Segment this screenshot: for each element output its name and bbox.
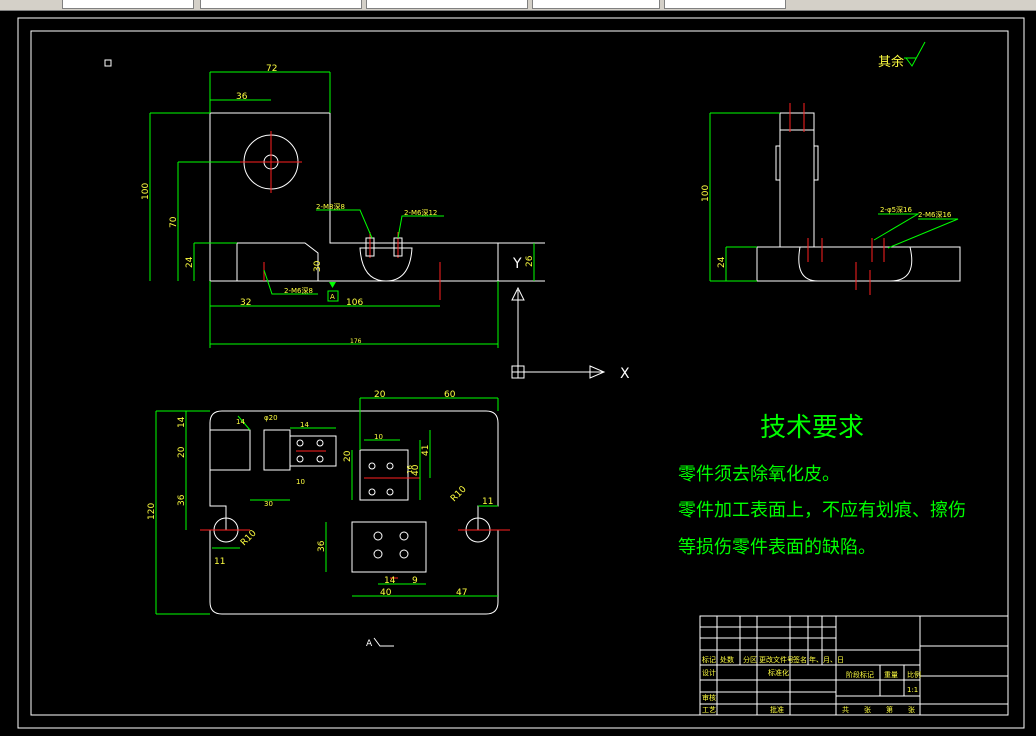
- svg-text:更改文件号: 更改文件号: [759, 655, 794, 664]
- svg-text:30: 30: [264, 500, 273, 508]
- svg-text:共: 共: [842, 705, 849, 714]
- svg-text:24: 24: [185, 256, 195, 268]
- svg-text:分区: 分区: [743, 655, 757, 664]
- svg-text:重量: 重量: [884, 671, 898, 679]
- side-view: [756, 103, 961, 295]
- svg-text:70: 70: [169, 216, 179, 228]
- svg-text:36: 36: [236, 92, 248, 102]
- svg-text:批准: 批准: [770, 705, 784, 714]
- tech-requirement-line: 零件加工表面上，不应有划痕、擦伤: [678, 500, 966, 521]
- svg-text:24: 24: [717, 256, 727, 268]
- toolbar-tab[interactable]: [664, 0, 786, 9]
- tech-requirements-title: 技术要求: [760, 413, 864, 443]
- svg-text:2-M6深12: 2-M6深12: [404, 208, 437, 217]
- svg-text:36: 36: [177, 494, 187, 506]
- outer-frame: [17, 17, 1025, 729]
- svg-text:72: 72: [266, 64, 277, 74]
- front-view: [209, 112, 545, 300]
- svg-text:100: 100: [141, 183, 151, 200]
- svg-text:176: 176: [350, 338, 362, 345]
- top-view: A: [200, 410, 510, 649]
- svg-text:14: 14: [177, 416, 187, 428]
- svg-text:60: 60: [444, 390, 456, 400]
- svg-text:20: 20: [374, 390, 386, 400]
- svg-text:100: 100: [701, 185, 711, 202]
- svg-text:X: X: [620, 366, 630, 382]
- svg-text:Y: Y: [512, 256, 522, 272]
- tech-requirement-line: 零件须去除氧化皮。: [678, 464, 840, 485]
- svg-text:φ20: φ20: [264, 414, 278, 422]
- svg-text:47: 47: [456, 588, 467, 598]
- svg-text:张: 张: [864, 705, 871, 714]
- svg-text:36: 36: [317, 540, 327, 552]
- svg-text:A: A: [366, 639, 373, 649]
- svg-text:标准化: 标准化: [768, 668, 789, 677]
- svg-text:A: A: [330, 293, 335, 301]
- svg-text:审核: 审核: [702, 693, 716, 702]
- svg-text:2-M6深16: 2-M6深16: [918, 210, 952, 219]
- svg-text:10: 10: [374, 433, 383, 441]
- svg-text:16: 16: [406, 465, 414, 474]
- svg-text:2-M6深8: 2-M6深8: [284, 286, 313, 295]
- svg-text:10: 10: [296, 478, 305, 486]
- svg-text:120: 120: [147, 503, 157, 520]
- tech-requirement-line: 等损伤零件表面的缺陷。: [678, 537, 876, 558]
- svg-text:标记: 标记: [702, 655, 716, 664]
- svg-text:其余: 其余: [878, 54, 904, 70]
- svg-text:41: 41: [421, 445, 431, 456]
- svg-text:1:1: 1:1: [907, 686, 918, 694]
- svg-text:处数: 处数: [720, 655, 734, 664]
- application-toolbar: [0, 0, 1036, 11]
- svg-text:第: 第: [886, 705, 893, 714]
- top-view-dimensions: 120 14 20 36 11 14 φ20 14 30 10 20 60 10…: [147, 390, 499, 615]
- svg-text:40: 40: [380, 588, 392, 598]
- svg-text:R10: R10: [239, 528, 259, 548]
- svg-text:11: 11: [214, 557, 225, 567]
- svg-text:年、月、日: 年、月、日: [809, 655, 844, 664]
- technical-requirements: 技术要求 零件须去除氧化皮。 零件加工表面上，不应有划痕、擦伤 等损伤零件表面的…: [678, 413, 966, 558]
- title-block: 标记 处数 分区 更改文件号 签名 年、月、日 设计 标准化 审核 工艺 批准 …: [699, 615, 1009, 716]
- svg-text:签名: 签名: [793, 655, 807, 664]
- svg-text:比例: 比例: [907, 670, 921, 679]
- svg-text:工艺: 工艺: [702, 706, 716, 714]
- svg-text:9: 9: [412, 576, 418, 586]
- svg-text:20: 20: [343, 450, 353, 462]
- svg-text:30: 30: [313, 260, 323, 272]
- inner-frame: [30, 30, 1009, 716]
- toolbar-tab[interactable]: [200, 0, 362, 9]
- ucs-icon: Y X: [511, 256, 630, 382]
- svg-text:20: 20: [177, 446, 187, 458]
- svg-text:2-M8深8: 2-M8深8: [316, 202, 345, 211]
- roughness-note: 其余: [878, 41, 926, 70]
- svg-text:26: 26: [525, 255, 535, 267]
- svg-text:阶段标记: 阶段标记: [846, 670, 874, 679]
- svg-text:14: 14: [384, 576, 396, 586]
- toolbar-tab[interactable]: [532, 0, 660, 9]
- svg-text:11: 11: [482, 497, 493, 507]
- grip-marker[interactable]: [104, 59, 112, 67]
- svg-text:张: 张: [908, 705, 915, 714]
- side-view-dimensions: 100 24 2-φ5深16 2-M6深16: [701, 112, 959, 282]
- svg-text:106: 106: [346, 298, 363, 308]
- svg-text:14: 14: [236, 418, 245, 426]
- svg-text:设计: 设计: [702, 668, 716, 677]
- svg-text:32: 32: [240, 298, 251, 308]
- svg-text:R10: R10: [449, 484, 469, 504]
- drawing-canvas[interactable]: 其余 72 36 100 70 24 30 32 106 176 26 2-M8…: [0, 11, 1036, 732]
- svg-text:2-φ5深16: 2-φ5深16: [880, 205, 913, 214]
- svg-text:14: 14: [300, 421, 309, 429]
- front-view-dimensions: 72 36 100 70 24 30 32 106 176 26 2-M8深8 …: [141, 64, 535, 348]
- toolbar-tab[interactable]: [62, 0, 194, 9]
- toolbar-tab[interactable]: [366, 0, 528, 9]
